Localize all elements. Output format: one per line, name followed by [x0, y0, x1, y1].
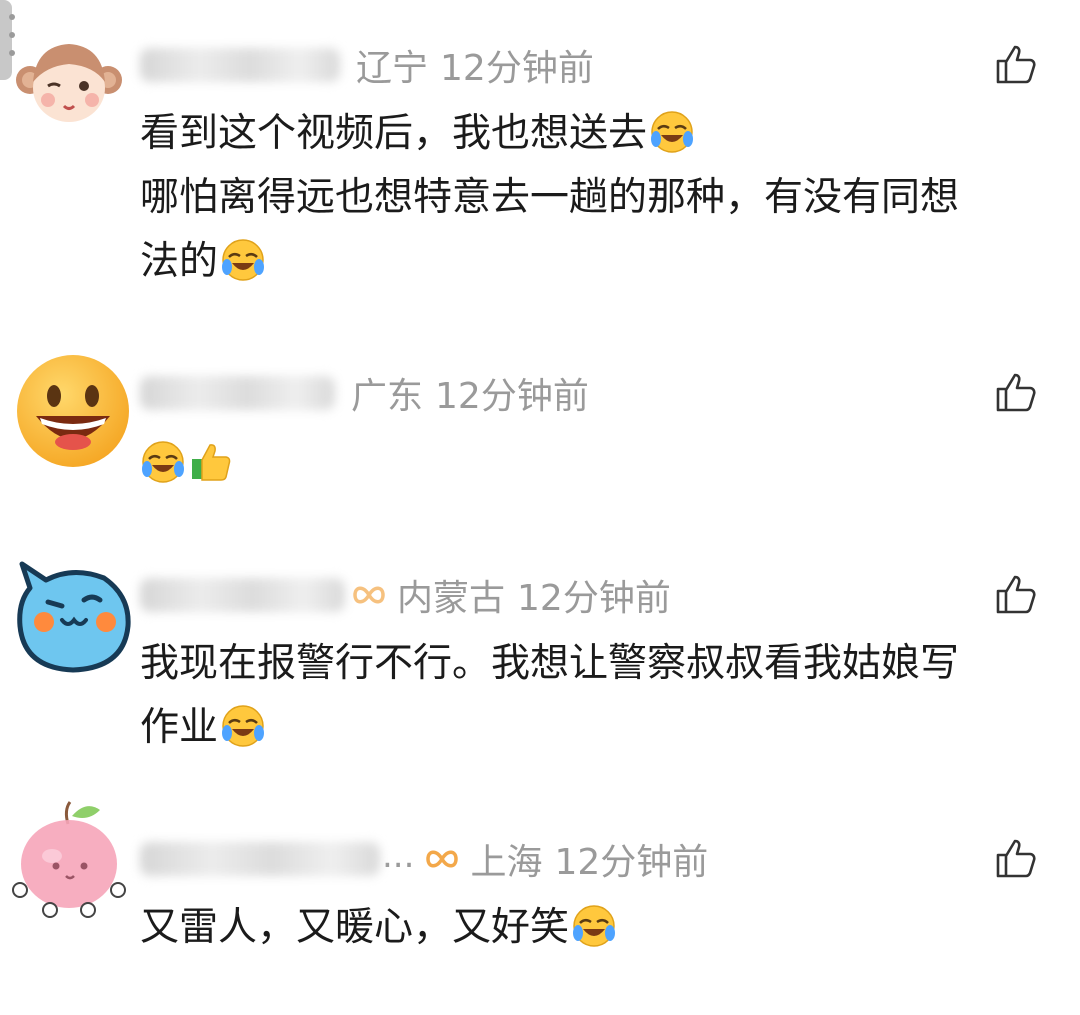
laugh-cry-emoji-icon	[651, 111, 694, 153]
username-ellipsis: ...	[382, 836, 415, 876]
comment-item: ... 上海 12分钟前 又雷人，又暖心，又好笑	[0, 780, 1080, 1015]
comment-body: 又雷人，又暖心，又好笑	[140, 896, 1045, 960]
like-icon[interactable]	[994, 370, 1038, 414]
peach-avatar-icon[interactable]	[8, 798, 130, 920]
comment-body: 我现在报警行不行。我想让警察叔叔看我姑娘写 作业	[140, 632, 1045, 760]
comment-item: 内蒙古 12分钟前 我现在报警行不行。我想让警察叔叔看我姑娘写 作业	[0, 530, 1080, 780]
comment-line: 看到这个视频后，我也想送去	[140, 111, 648, 156]
cat-avatar-icon[interactable]	[12, 556, 134, 678]
comment-line: 又雷人，又暖心，又好笑	[140, 905, 570, 950]
comment-time: 12分钟前	[440, 48, 594, 89]
comment-location: 广东	[351, 376, 424, 417]
smile-emoji-avatar-icon[interactable]	[12, 350, 134, 472]
comment-location: 上海	[470, 842, 543, 883]
comment-item: 广东 12分钟前	[0, 330, 1080, 530]
like-icon[interactable]	[994, 42, 1038, 86]
comment-body: 看到这个视频后，我也想送去 哪怕离得远也想特意去一趟的那种，有没有同想 法的	[140, 102, 1045, 294]
thumbs-up-emoji-icon	[192, 444, 231, 481]
comment-line: 法的	[140, 239, 219, 284]
laugh-cry-emoji-icon	[142, 441, 184, 483]
laugh-cry-emoji-icon	[222, 239, 265, 281]
comment-meta: 辽宁 12分钟前	[140, 40, 594, 90]
comment-location: 内蒙古	[397, 578, 506, 619]
girl-avatar-icon[interactable]	[8, 22, 130, 144]
comment-location: 辽宁	[356, 48, 429, 89]
comment-time: 12分钟前	[554, 842, 709, 883]
infinity-badge-icon	[353, 586, 385, 604]
comment-line: 我现在报警行不行。我想让警察叔叔看我姑娘写	[140, 641, 960, 686]
like-icon[interactable]	[994, 572, 1038, 616]
infinity-badge-icon	[426, 850, 459, 868]
blurred-username[interactable]	[140, 842, 380, 876]
comment-meta: ... 上海 12分钟前	[140, 834, 708, 884]
blurred-username[interactable]	[140, 376, 335, 410]
laugh-cry-emoji-icon	[222, 705, 265, 747]
comment-item: 辽宁 12分钟前 看到这个视频后，我也想送去 哪怕离得远也想特意去一趟的那种，有…	[0, 0, 1080, 330]
comment-time: 12分钟前	[435, 376, 589, 417]
comment-meta: 内蒙古 12分钟前	[140, 570, 671, 620]
comment-line: 作业	[140, 705, 219, 750]
comment-body	[140, 432, 1045, 496]
comment-line: 哪怕离得远也想特意去一趟的那种，有没有同想	[140, 175, 960, 220]
comment-time: 12分钟前	[517, 578, 671, 619]
blurred-username[interactable]	[140, 48, 340, 82]
blurred-username[interactable]	[140, 578, 345, 612]
like-icon[interactable]	[994, 836, 1038, 880]
comment-meta: 广东 12分钟前	[140, 368, 589, 418]
laugh-cry-emoji-icon	[573, 905, 616, 947]
